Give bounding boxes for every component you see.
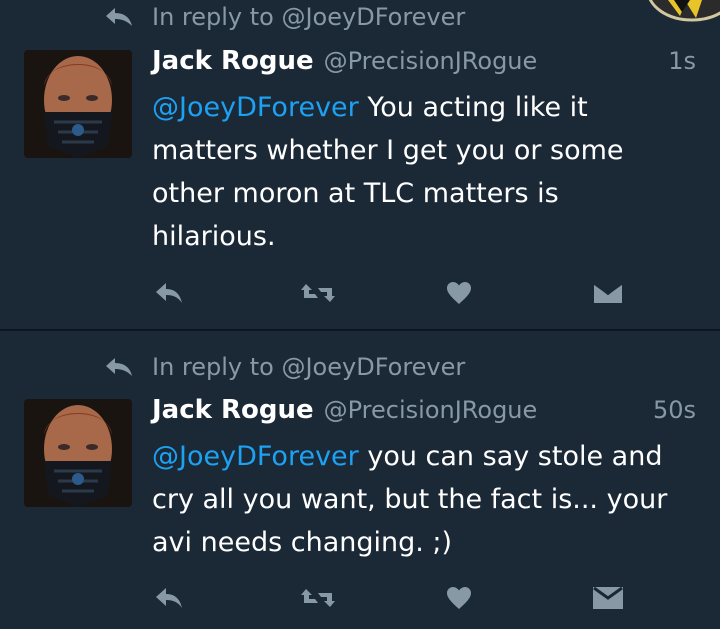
tweet-text-line: avi needs changing. ;): [152, 527, 453, 558]
reply-context-text: In reply to @JoeyDForever: [152, 353, 466, 381]
tweet-text: @JoeyDForever You acting like it matters…: [152, 86, 697, 258]
reply-icon: [156, 283, 182, 303]
reply-button[interactable]: [152, 583, 186, 613]
reply-context[interactable]: In reply to @JoeyDForever: [104, 350, 465, 384]
retweet-icon: [301, 284, 335, 302]
direct-message-button[interactable]: [590, 278, 626, 308]
tweet-actions: [0, 583, 720, 613]
reply-context-text: In reply to @JoeyDForever: [152, 3, 466, 31]
like-button[interactable]: [444, 278, 474, 308]
mention-link[interactable]: @JoeyDForever: [152, 92, 359, 123]
timestamp: 1s: [668, 47, 696, 75]
heart-icon: [447, 587, 471, 609]
reply-icon: [156, 588, 182, 608]
tweet-header: Jack Rogue @PrecisionJRogue 50s: [152, 395, 696, 429]
tweet-text: @JoeyDForever you can say stole and cry …: [152, 435, 697, 564]
direct-message-button[interactable]: [590, 583, 626, 613]
tweet-actions: [0, 278, 720, 308]
reply-arrow-icon: [106, 358, 132, 376]
retweet-icon: [301, 589, 335, 607]
reply-button[interactable]: [152, 278, 186, 308]
envelope-icon: [593, 586, 623, 609]
envelope-icon: [592, 281, 624, 305]
tweet-text-line: hilarious.: [152, 221, 276, 252]
tweet[interactable]: In reply to @JoeyDForever Jack Rogue @Pr…: [0, 0, 720, 330]
tweet-text-line: You acting like it: [358, 92, 588, 123]
tweet-text-line: you can say stole and: [358, 441, 663, 472]
like-button[interactable]: [444, 583, 474, 613]
mention-link[interactable]: @JoeyDForever: [152, 441, 359, 472]
author-handle[interactable]: @PrecisionJRogue: [324, 47, 538, 75]
tweet-text-line: other moron at TLC matters is: [152, 178, 559, 209]
author-name[interactable]: Jack Rogue: [152, 395, 314, 425]
heart-icon: [447, 282, 471, 304]
tweet-feed: In reply to @JoeyDForever Jack Rogue @Pr…: [0, 0, 720, 629]
author-name[interactable]: Jack Rogue: [152, 46, 314, 76]
tweet-text-line: cry all you want, but the fact is... you…: [152, 484, 668, 515]
avatar[interactable]: [24, 50, 132, 158]
tweet-text-line: matters whether I get you or some: [152, 135, 624, 166]
retweet-button[interactable]: [298, 278, 338, 308]
reply-arrow-icon: [106, 8, 132, 26]
author-handle[interactable]: @PrecisionJRogue: [324, 396, 538, 424]
avatar[interactable]: [24, 399, 132, 507]
reply-context[interactable]: In reply to @JoeyDForever: [104, 0, 465, 34]
tweet[interactable]: In reply to @JoeyDForever Jack Rogue @Pr…: [0, 331, 720, 629]
timestamp: 50s: [652, 396, 696, 424]
tweet-header: Jack Rogue @PrecisionJRogue 1s: [152, 46, 696, 80]
retweet-button[interactable]: [298, 583, 338, 613]
